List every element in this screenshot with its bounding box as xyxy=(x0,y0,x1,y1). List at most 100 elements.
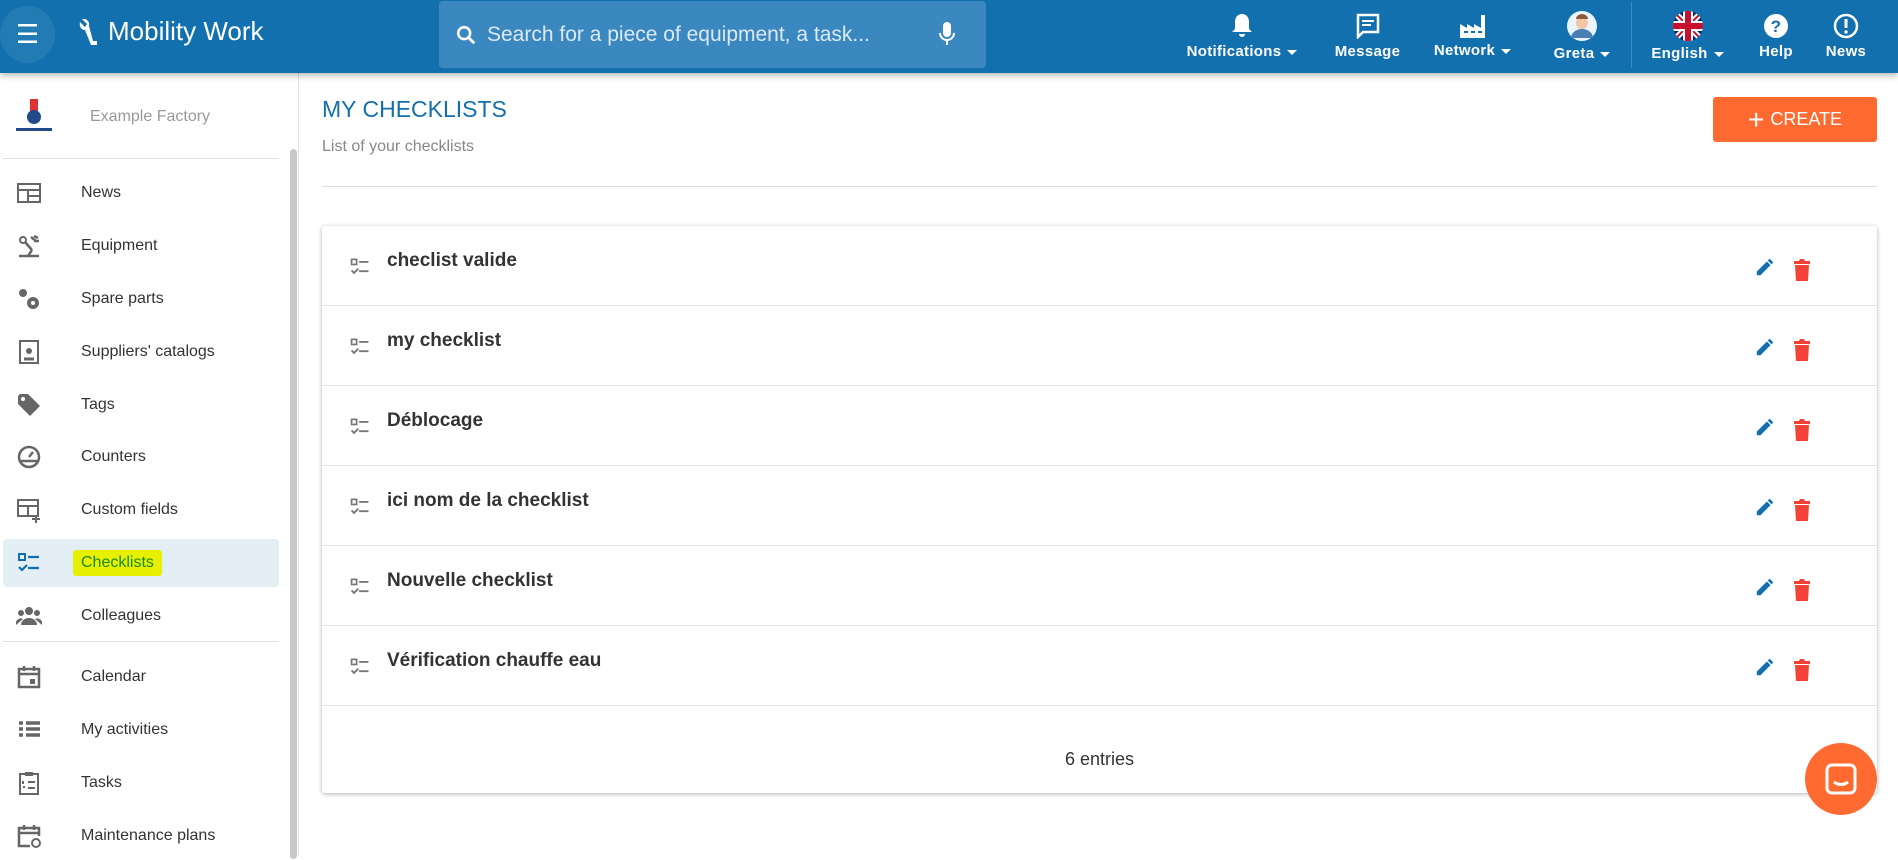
clipboard-icon xyxy=(13,770,45,796)
sidebar-item-label: Tags xyxy=(81,396,115,413)
delete-icon[interactable] xyxy=(1792,578,1812,602)
sidebar-item-label: Custom fields xyxy=(81,501,178,518)
people-icon xyxy=(13,603,45,629)
entries-count: 6 entries xyxy=(1064,749,1135,769)
checklist-name[interactable]: Vérification chauffe eau xyxy=(387,650,601,672)
sidebar-item-spare-parts[interactable]: Spare parts xyxy=(3,275,279,323)
message-menu[interactable]: Message xyxy=(1325,0,1410,73)
sidebar-item-label: Spare parts xyxy=(81,290,164,307)
checklist-icon xyxy=(350,658,369,675)
checklist-name[interactable]: my checklist xyxy=(387,330,501,352)
network-menu[interactable]: Network xyxy=(1425,0,1520,73)
chat-button[interactable] xyxy=(1805,743,1877,815)
sidebar-item-label: Calendar xyxy=(81,668,146,685)
tag-icon xyxy=(13,392,45,418)
company-logo xyxy=(16,99,52,131)
sidebar-item-equipment[interactable]: Equipment xyxy=(3,222,279,270)
calendar-sync-icon xyxy=(13,823,45,849)
checklist-icon xyxy=(350,258,369,275)
table-row[interactable]: ici nom de la checklist xyxy=(322,466,1877,546)
sidebar-item-label: Equipment xyxy=(81,237,158,254)
uk-flag-icon xyxy=(1672,11,1703,41)
sidebar-item-tags[interactable]: Tags xyxy=(3,381,279,429)
newspaper-icon xyxy=(13,180,45,206)
search-input[interactable]: Search for a piece of equipment, a task.… xyxy=(439,1,986,68)
sidebar-item-calendar[interactable]: Calendar xyxy=(3,653,279,701)
microphone-icon[interactable] xyxy=(938,21,956,47)
sidebar-item-custom-fields[interactable]: Custom fields xyxy=(3,486,279,534)
nav-label: Notifications xyxy=(1186,43,1282,60)
top-bar: ☰ Mobility Work Search for a piece of eq… xyxy=(0,0,1898,73)
edit-icon[interactable] xyxy=(1754,416,1776,438)
sidebar-item-label: My activities xyxy=(81,721,169,738)
checklist-name[interactable]: checlist valide xyxy=(387,250,517,272)
nav-label: Greta xyxy=(1553,45,1595,62)
page-subtitle: List of your checklists xyxy=(322,138,475,155)
checklist-icon xyxy=(350,418,369,435)
gauge-icon xyxy=(13,444,45,470)
nav-label: News xyxy=(1825,43,1867,60)
divider xyxy=(3,641,279,642)
user-menu[interactable]: Greta xyxy=(1538,0,1626,73)
edit-icon[interactable] xyxy=(1754,256,1776,278)
delete-icon[interactable] xyxy=(1792,338,1812,362)
search-icon xyxy=(456,25,476,44)
nav-label: Help xyxy=(1759,43,1793,60)
checklist-icon xyxy=(350,338,369,355)
checklist-name[interactable]: Nouvelle checklist xyxy=(387,570,553,592)
sidebar-item-colleagues[interactable]: Colleagues xyxy=(3,592,279,640)
sidebar-item-label: Checklists xyxy=(73,550,162,576)
create-label: CREATE xyxy=(1770,109,1843,129)
checklist-name[interactable]: Déblocage xyxy=(387,410,483,432)
sidebar-item-news[interactable]: News xyxy=(3,169,279,217)
plus-icon: + xyxy=(1747,103,1765,135)
create-button[interactable]: + CREATE xyxy=(1713,97,1877,142)
wrench-logo-icon xyxy=(79,18,97,45)
list-icon xyxy=(13,717,45,743)
table-row[interactable]: Déblocage xyxy=(322,386,1877,466)
logo[interactable]: Mobility Work xyxy=(78,16,264,47)
sidebar-item-counters[interactable]: Counters xyxy=(3,433,279,481)
bell-icon xyxy=(1232,14,1252,37)
sidebar-scrollbar[interactable] xyxy=(290,149,297,859)
edit-icon[interactable] xyxy=(1754,496,1776,518)
catalog-icon xyxy=(13,339,45,365)
delete-icon[interactable] xyxy=(1792,418,1812,442)
sidebar-item-tasks[interactable]: Tasks xyxy=(3,759,279,807)
table-row[interactable]: Nouvelle checklist xyxy=(322,546,1877,626)
delete-icon[interactable] xyxy=(1792,658,1812,682)
checklist-table: checlist valide my checklist Déblocage ici … xyxy=(322,226,1877,793)
nav-label: Message xyxy=(1334,43,1401,60)
table-row[interactable]: checlist valide xyxy=(322,226,1877,306)
table-row[interactable]: my checklist xyxy=(322,306,1877,386)
checklist-name[interactable]: ici nom de la checklist xyxy=(387,490,589,512)
help-menu[interactable]: ? Help xyxy=(1750,0,1802,73)
sidebar-item-maintenance-plans[interactable]: Maintenance plans xyxy=(3,812,279,860)
table-row[interactable]: Vérification chauffe eau xyxy=(322,626,1877,706)
sidebar-item-my-activities[interactable]: My activities xyxy=(3,706,279,754)
menu-button[interactable]: ☰ xyxy=(0,6,55,63)
nav-label: Network xyxy=(1433,42,1496,59)
svg-text:?: ? xyxy=(1771,17,1782,36)
edit-icon[interactable] xyxy=(1754,336,1776,358)
sidebar-item-checklists[interactable]: Checklists xyxy=(3,539,279,587)
delete-icon[interactable] xyxy=(1792,498,1812,522)
chat-icon xyxy=(1825,763,1857,795)
notifications-menu[interactable]: Notifications xyxy=(1182,0,1302,73)
avatar xyxy=(1567,11,1597,41)
company-selector[interactable]: Example Factory xyxy=(12,97,210,137)
news-menu[interactable]: News xyxy=(1818,0,1874,73)
sidebar-item-label: News xyxy=(81,184,122,201)
sidebar-item-suppliers-catalogs[interactable]: Suppliers' catalogs xyxy=(3,328,279,376)
delete-icon[interactable] xyxy=(1792,258,1812,282)
table-plus-icon xyxy=(13,497,45,523)
edit-icon[interactable] xyxy=(1754,656,1776,678)
language-menu[interactable]: English xyxy=(1640,0,1735,73)
sidebar-item-label: Suppliers' catalogs xyxy=(81,343,215,360)
info-icon xyxy=(1833,13,1859,39)
sidebar-item-label: Counters xyxy=(81,448,146,465)
company-name: Example Factory xyxy=(90,108,211,125)
help-icon: ? xyxy=(1764,14,1788,38)
search-placeholder: Search for a piece of equipment, a task.… xyxy=(487,22,870,46)
edit-icon[interactable] xyxy=(1754,576,1776,598)
